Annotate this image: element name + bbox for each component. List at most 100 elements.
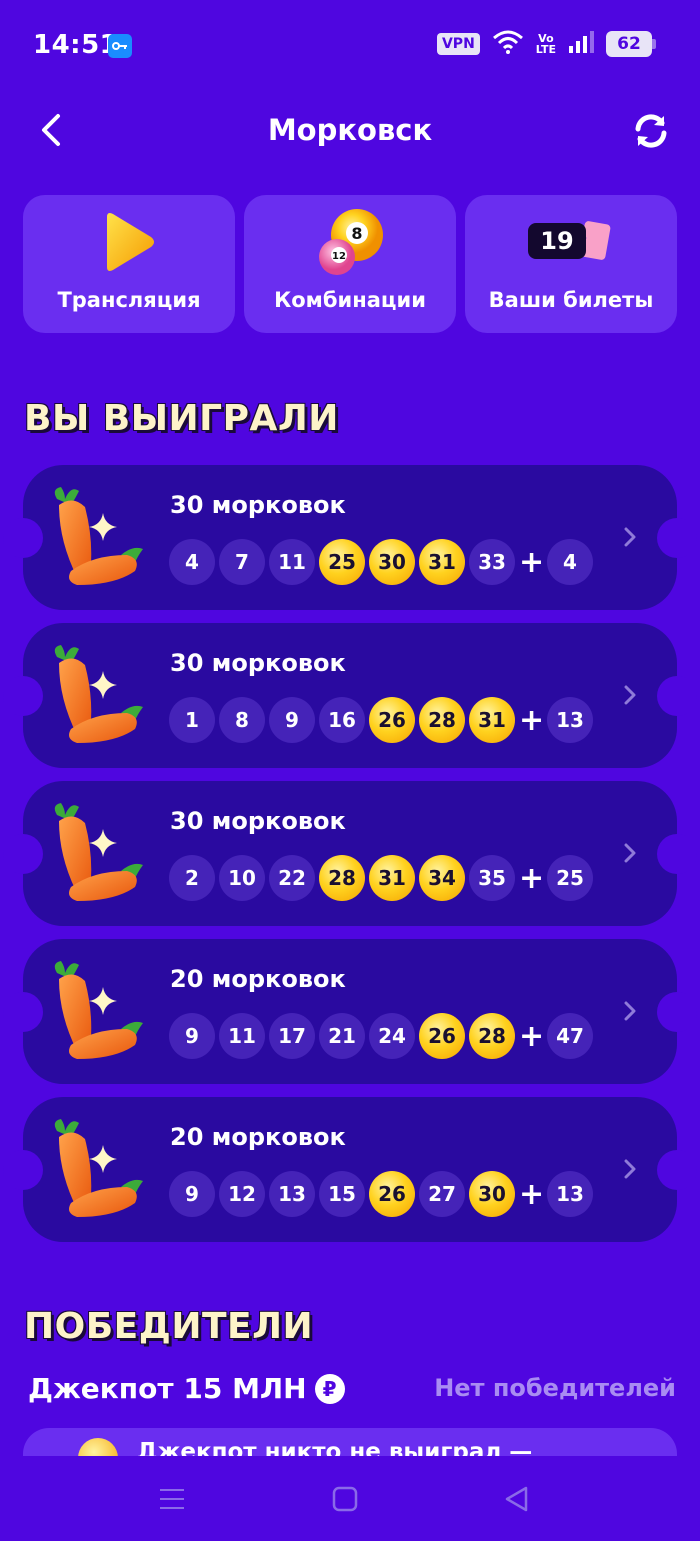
carrot-icon — [49, 643, 149, 748]
plus-sign: + — [519, 1176, 545, 1212]
bonus-number-ball: 25 — [547, 855, 593, 901]
matched-number-ball: 26 — [419, 1013, 465, 1059]
vpn-key-icon — [108, 34, 132, 58]
prize-amount: 20 морковок — [170, 965, 346, 993]
home-nav-button[interactable] — [330, 1484, 360, 1514]
menu-nav-button[interactable] — [157, 1484, 187, 1514]
carrot-icon — [49, 485, 149, 590]
signal-icon — [568, 30, 594, 58]
tickets-count: 19 — [540, 227, 574, 255]
prize-row[interactable]: 30 морковок 1 8 9 16 26 28 31 +13 — [3, 623, 697, 768]
number-ball: 17 — [269, 1013, 315, 1059]
ball-small-number: 12 — [332, 251, 346, 262]
plus-sign: + — [519, 1018, 545, 1054]
combinations-label: Комбинации — [274, 288, 426, 312]
no-winners-text: Нет победителей — [434, 1374, 676, 1402]
matched-number-ball: 26 — [369, 697, 415, 743]
tickets-label: Ваши билеты — [488, 288, 654, 312]
plus-sign: + — [519, 702, 545, 738]
prize-row[interactable]: 20 морковок 9 11 17 21 24 26 28 +47 — [3, 939, 697, 1084]
ball-big-number: 8 — [351, 224, 362, 243]
prize-row[interactable]: 30 морковок 4 7 11 25 30 31 33 +4 — [3, 465, 697, 610]
broadcast-label: Трансляция — [57, 288, 201, 312]
chevron-right-icon — [621, 1158, 639, 1180]
bonus-number-ball: 4 — [547, 539, 593, 585]
battery-indicator: 62 — [606, 31, 656, 57]
status-time: 14:51 — [33, 30, 119, 60]
number-ball: 9 — [169, 1013, 215, 1059]
number-ball: 8 — [219, 697, 265, 743]
number-ball: 24 — [369, 1013, 415, 1059]
winners-section-title: ПОБЕДИТЕЛИ — [24, 1306, 314, 1347]
chevron-right-icon — [621, 684, 639, 706]
matched-number-ball: 31 — [419, 539, 465, 585]
menu-icon — [160, 1489, 184, 1509]
number-ball: 13 — [269, 1171, 315, 1217]
back-nav-button[interactable] — [502, 1484, 532, 1514]
prize-amount: 30 морковок — [170, 491, 346, 519]
carrot-icon — [49, 801, 149, 906]
refresh-icon — [635, 114, 667, 148]
number-ball: 4 — [169, 539, 215, 585]
number-ball: 11 — [219, 1013, 265, 1059]
number-balls: 4 7 11 25 30 31 33 +4 — [169, 539, 593, 585]
status-bar: 14:51 VPN Vo LTE 62 — [0, 0, 700, 90]
number-ball: 11 — [269, 539, 315, 585]
matched-number-ball: 25 — [319, 539, 365, 585]
number-ball: 9 — [269, 697, 315, 743]
number-ball: 2 — [169, 855, 215, 901]
chevron-right-icon — [621, 1000, 639, 1022]
play-icon — [101, 211, 157, 277]
volte-bottom: LTE — [535, 43, 556, 56]
refresh-button[interactable] — [632, 112, 670, 150]
matched-number-ball: 28 — [419, 697, 465, 743]
number-ball: 27 — [419, 1171, 465, 1217]
prize-row[interactable]: 20 морковок 9 12 13 15 26 27 30 +13 — [3, 1097, 697, 1242]
prize-list: 30 морковок 4 7 11 25 30 31 33 +4 30 морковок 1 8 9… — [3, 465, 697, 1255]
tickets-card[interactable]: 19 Ваши билеты — [465, 195, 677, 333]
ruble-icon: ₽ — [314, 1373, 345, 1404]
system-nav-bar — [0, 1456, 700, 1541]
matched-number-ball: 26 — [369, 1171, 415, 1217]
matched-number-ball: 28 — [469, 1013, 515, 1059]
bonus-number-ball: 47 — [547, 1013, 593, 1059]
number-balls: 9 12 13 15 26 27 30 +13 — [169, 1171, 593, 1217]
number-ball: 7 — [219, 539, 265, 585]
plus-sign: + — [519, 860, 545, 896]
chevron-right-icon — [621, 842, 639, 864]
bonus-number-ball: 13 — [547, 1171, 593, 1217]
matched-number-ball: 34 — [419, 855, 465, 901]
number-ball: 12 — [219, 1171, 265, 1217]
carrot-icon — [49, 1117, 149, 1222]
number-ball: 33 — [469, 539, 515, 585]
prize-amount: 30 морковок — [170, 649, 346, 677]
chevron-right-icon — [621, 526, 639, 548]
prize-amount: 20 морковок — [170, 1123, 346, 1151]
number-ball: 22 — [269, 855, 315, 901]
matched-number-ball: 31 — [369, 855, 415, 901]
number-ball: 35 — [469, 855, 515, 901]
lottery-balls-icon: 8 12 — [315, 207, 385, 277]
back-triangle-icon — [505, 1486, 528, 1512]
plus-sign: + — [519, 544, 545, 580]
bonus-number-ball: 13 — [547, 697, 593, 743]
prize-row[interactable]: 30 морковок 2 10 22 28 31 34 35 +25 — [3, 781, 697, 926]
number-ball: 15 — [319, 1171, 365, 1217]
matched-number-ball: 31 — [469, 697, 515, 743]
matched-number-ball: 28 — [319, 855, 365, 901]
ticket-icon: 19 — [526, 219, 616, 263]
vpn-badge: VPN — [436, 33, 480, 55]
combinations-card[interactable]: 8 12 Комбинации — [244, 195, 456, 333]
carrot-icon — [49, 959, 149, 1064]
number-ball: 1 — [169, 697, 215, 743]
number-ball: 9 — [169, 1171, 215, 1217]
matched-number-ball: 30 — [369, 539, 415, 585]
jackpot-label: Джекпот 15 МЛН ₽ — [28, 1372, 345, 1405]
broadcast-card[interactable]: Трансляция — [23, 195, 235, 333]
page-title: Морковск — [267, 113, 433, 147]
number-ball: 21 — [319, 1013, 365, 1059]
home-square-icon — [332, 1486, 358, 1512]
status-icons: VPN Vo LTE 62 — [436, 30, 656, 58]
volte-indicator: Vo LTE — [536, 33, 556, 55]
prize-amount: 30 морковок — [170, 807, 346, 835]
